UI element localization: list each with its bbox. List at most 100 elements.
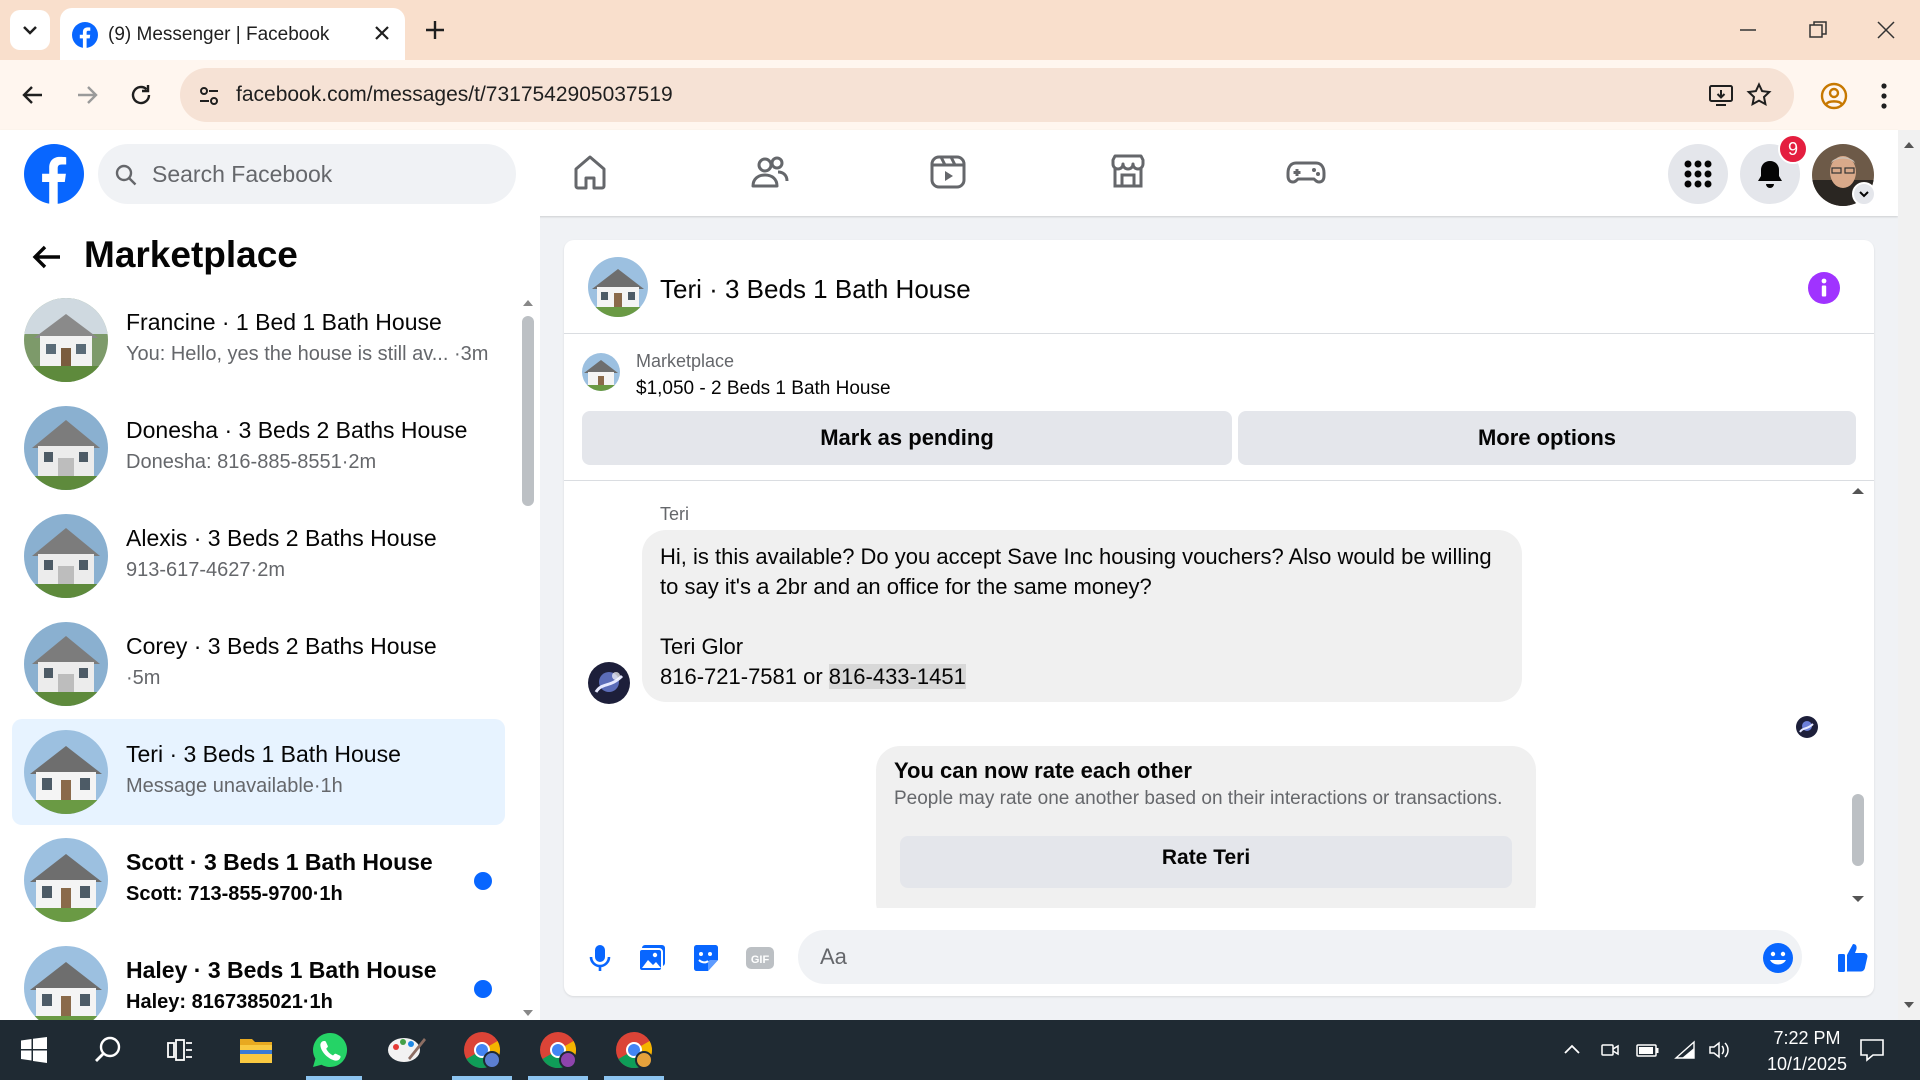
chrome-profile-3-icon[interactable]: [614, 1030, 654, 1070]
show-hidden-icons-chevron-icon[interactable]: [1562, 1040, 1582, 1060]
scrollbar-thumb[interactable]: [1852, 794, 1864, 866]
marketplace-listing-bar: Marketplace $1,050 - 2 Beds 1 Bath House…: [564, 335, 1874, 481]
conversation-item[interactable]: Alexis · 3 Beds 2 Baths House 913-617-46…: [12, 503, 505, 609]
video-icon[interactable]: [928, 152, 968, 192]
message-thread-scrollbar[interactable]: [1848, 482, 1868, 908]
chat-listing-thumbnail[interactable]: [588, 257, 648, 317]
listing-thumbnail[interactable]: [582, 353, 620, 391]
conversation-item-active[interactable]: Teri · 3 Beds 1 Bath House Message unava…: [12, 719, 505, 825]
message-input[interactable]: [818, 930, 1718, 984]
facebook-search[interactable]: [98, 144, 516, 204]
search-input[interactable]: [150, 144, 500, 204]
thumbs-up-icon[interactable]: [1836, 940, 1870, 974]
message-bubble[interactable]: Hi, is this available? Do you accept Sav…: [642, 530, 1522, 702]
listing-title[interactable]: $1,050 - 2 Beds 1 Bath House: [636, 378, 891, 400]
sender-avatar[interactable]: [588, 662, 630, 704]
reload-icon[interactable]: [128, 82, 154, 108]
wifi-icon[interactable]: [1674, 1040, 1696, 1060]
menu-grid-button[interactable]: [1668, 144, 1728, 204]
page-scrollbar[interactable]: [1898, 130, 1920, 1020]
conversation-item-unread[interactable]: Scott · 3 Beds 1 Bath House Scott: 713-8…: [12, 827, 505, 933]
unread-dot: [474, 872, 492, 890]
listing-thumbnail: [24, 946, 108, 1020]
minimize-icon[interactable]: [1736, 18, 1760, 42]
facebook-logo-icon[interactable]: [24, 144, 84, 204]
search-taskbar-icon[interactable]: [88, 1030, 128, 1070]
selected-phone-text[interactable]: 816-433-1451: [828, 664, 966, 689]
chevron-down-icon: [23, 26, 37, 35]
sticker-icon[interactable]: [690, 942, 722, 974]
facebook-favicon-icon: [72, 22, 98, 48]
install-app-icon[interactable]: [1708, 82, 1734, 108]
restore-icon[interactable]: [1806, 18, 1830, 42]
paint-app-icon[interactable]: [386, 1030, 426, 1070]
browser-toolbar: facebook.com/messages/t/7317542905037519: [0, 60, 1920, 130]
photo-icon[interactable]: [636, 942, 668, 974]
home-icon[interactable]: [570, 152, 610, 192]
listing-thumbnail: [24, 622, 108, 706]
active-app-indicator: [452, 1076, 512, 1080]
svg-text:GIF: GIF: [751, 954, 770, 966]
more-options-button[interactable]: More options: [1238, 411, 1856, 465]
rating-prompt-title: You can now rate each other: [894, 758, 1192, 783]
account-menu-chevron-icon[interactable]: [1852, 182, 1876, 206]
gif-icon[interactable]: GIF: [744, 942, 776, 974]
rate-teri-button[interactable]: Rate Teri: [900, 836, 1512, 888]
whatsapp-icon[interactable]: [310, 1030, 350, 1070]
bell-icon: [1758, 161, 1782, 188]
back-arrow-icon[interactable]: [30, 240, 64, 274]
browser-tab[interactable]: (9) Messenger | Facebook: [60, 8, 405, 60]
chrome-profile-2-icon[interactable]: [538, 1030, 578, 1070]
close-window-icon[interactable]: [1874, 18, 1898, 42]
bookmark-star-icon[interactable]: [1746, 82, 1772, 108]
chrome-profile-1-icon[interactable]: [462, 1030, 502, 1070]
forward-icon[interactable]: [74, 82, 100, 108]
taskbar-clock-time[interactable]: 7:22 PM: [1755, 1028, 1859, 1049]
address-bar[interactable]: facebook.com/messages/t/7317542905037519: [180, 68, 1794, 122]
conversation-item-unread[interactable]: Haley · 3 Beds 1 Bath House Haley: 81673…: [12, 935, 505, 1020]
emoji-icon[interactable]: [1762, 942, 1794, 974]
conversation-name: Scott · 3 Beds 1 Bath House: [126, 849, 433, 875]
back-icon[interactable]: [20, 82, 46, 108]
friends-icon[interactable]: [749, 152, 789, 192]
conversation-list-scrollbar[interactable]: [520, 296, 536, 1020]
volume-icon[interactable]: [1708, 1040, 1732, 1060]
taskbar-clock-date[interactable]: 10/1/2025: [1748, 1054, 1866, 1075]
site-settings-icon[interactable]: [198, 85, 220, 107]
listing-thumbnail: [24, 406, 108, 490]
message-input-box[interactable]: [798, 930, 1802, 984]
windows-start-icon[interactable]: [14, 1030, 54, 1070]
microphone-icon[interactable]: [584, 942, 616, 974]
info-icon[interactable]: [1808, 272, 1840, 304]
close-tab-icon[interactable]: [373, 24, 391, 42]
battery-icon[interactable]: [1636, 1040, 1660, 1060]
conversation-preview: ·5m: [126, 667, 161, 689]
conversation-preview: Haley: 8167385021·1h: [126, 991, 333, 1013]
conversation-item[interactable]: Corey · 3 Beds 2 Baths House ·5m: [12, 611, 505, 717]
file-explorer-icon[interactable]: [236, 1030, 276, 1070]
message-signature: Teri Glor: [660, 634, 744, 659]
conversation-item[interactable]: Donesha · 3 Beds 2 Baths House Donesha: …: [12, 395, 505, 501]
browser-menu-icon[interactable]: [1878, 82, 1890, 110]
gaming-icon[interactable]: [1286, 152, 1326, 192]
browser-profile-icon[interactable]: [1820, 82, 1848, 110]
meet-now-icon[interactable]: [1600, 1040, 1620, 1060]
conversation-name: Haley · 3 Beds 1 Bath House: [126, 957, 437, 983]
tab-search-button[interactable]: [10, 10, 50, 50]
task-view-icon[interactable]: [160, 1030, 200, 1070]
unread-dot: [474, 980, 492, 998]
message-blank-line: [660, 602, 1504, 632]
listing-thumbnail: [24, 514, 108, 598]
conversation-preview: Donesha: 816-885-8551·2m: [126, 451, 377, 473]
new-tab-icon[interactable]: [420, 15, 450, 45]
conversation-name: Corey · 3 Beds 2 Baths House: [126, 633, 437, 659]
scrollbar-thumb[interactable]: [522, 316, 534, 506]
mark-as-pending-button[interactable]: Mark as pending: [582, 411, 1232, 465]
notification-center-icon[interactable]: [1858, 1036, 1886, 1064]
marketplace-icon[interactable]: [1108, 152, 1148, 192]
conversation-name: Francine · 1 Bed 1 Bath House: [126, 309, 442, 335]
tab-title: (9) Messenger | Facebook: [108, 24, 330, 45]
chat-title[interactable]: Teri · 3 Beds 1 Bath House: [660, 274, 971, 305]
conversation-item[interactable]: Francine · 1 Bed 1 Bath House You: Hello…: [12, 287, 505, 393]
active-app-indicator: [528, 1076, 588, 1080]
